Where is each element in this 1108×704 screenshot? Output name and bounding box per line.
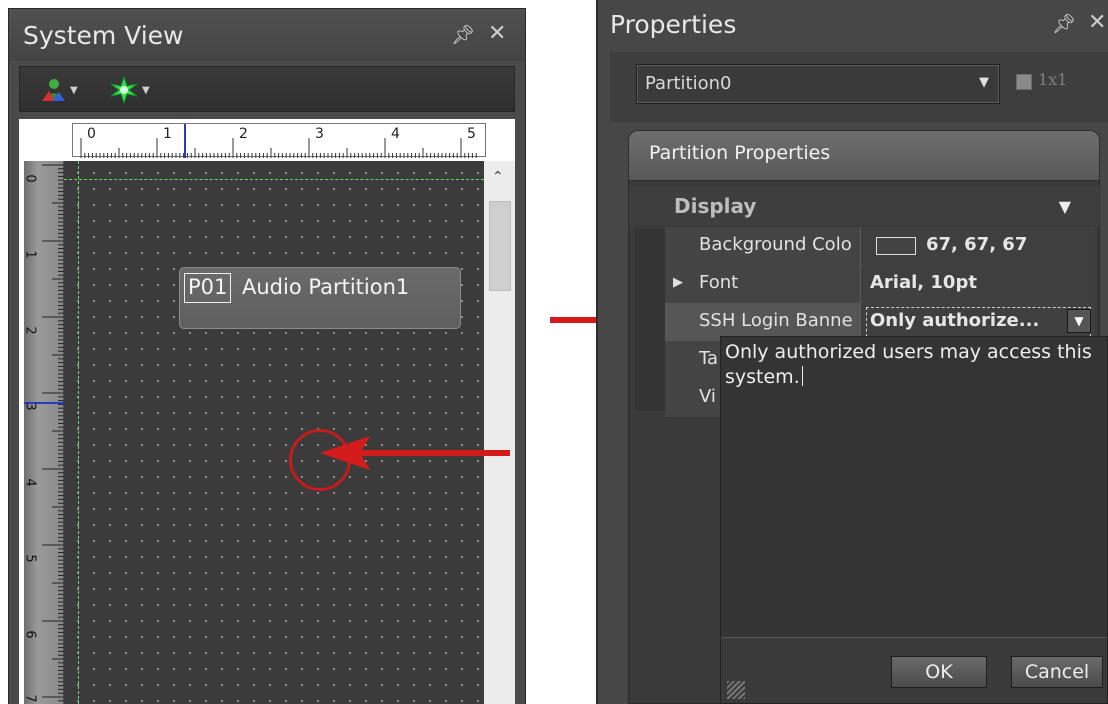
guide-line-vertical bbox=[78, 161, 79, 704]
ruler-label: 2 bbox=[239, 126, 248, 142]
banner-text: Only authorized users may access this sy… bbox=[725, 341, 1092, 388]
ruler-label: 3 bbox=[315, 126, 324, 142]
ok-button[interactable]: OK bbox=[891, 656, 987, 688]
scroll-thumb[interactable] bbox=[489, 201, 511, 291]
partition-block[interactable]: P01 Audio Partition1 bbox=[179, 267, 461, 329]
ruler-label: 4 bbox=[391, 126, 400, 142]
ruler-label: 7 bbox=[22, 694, 38, 703]
partition-id: P01 bbox=[184, 273, 232, 303]
popup-footer: OK Cancel bbox=[721, 637, 1107, 703]
properties-title: Properties bbox=[610, 10, 737, 39]
expand-triangle-icon[interactable]: ▶ bbox=[673, 275, 683, 290]
starburst-dropdown-button[interactable]: ▼ bbox=[110, 75, 150, 105]
collapse-triangle-icon[interactable]: ▼ bbox=[1059, 197, 1071, 216]
property-name: Background Colo bbox=[699, 234, 852, 255]
properties-header: Partition0 ▼ 1x1 bbox=[610, 52, 1108, 122]
tab-partition-properties[interactable]: Partition Properties bbox=[628, 130, 1100, 180]
property-margin bbox=[635, 229, 665, 411]
users-icon bbox=[42, 79, 65, 101]
property-row-background-color[interactable]: Background Colo 67, 67, 67 bbox=[665, 227, 1095, 265]
ruler-label: 5 bbox=[467, 126, 476, 142]
object-selector-value: Partition0 bbox=[645, 73, 732, 94]
users-dropdown-button[interactable]: ▼ bbox=[40, 75, 78, 105]
property-value: 67, 67, 67 bbox=[926, 234, 1028, 255]
annotation-arrow-left bbox=[320, 436, 510, 470]
ruler-vertical-ticks bbox=[24, 164, 64, 702]
ruler-horizontal: 0 1 2 3 4 5 bbox=[72, 123, 486, 158]
ruler-label: 2 bbox=[22, 326, 38, 335]
system-view-title: System View bbox=[23, 21, 184, 50]
system-view-titlebar: System View 📌︎ ✕ bbox=[9, 9, 525, 61]
pin-icon[interactable]: 📌︎ bbox=[451, 23, 475, 46]
text-caret bbox=[801, 366, 804, 386]
property-value: Only authorize... bbox=[870, 310, 1040, 331]
star-burst-icon bbox=[110, 76, 138, 104]
option-checkbox-label: 1x1 bbox=[1038, 70, 1068, 89]
system-view-toolbar: ▼ ▼ bbox=[19, 66, 515, 112]
pin-icon[interactable]: 📌︎ bbox=[1052, 12, 1076, 35]
banner-textarea[interactable]: Only authorized users may access this sy… bbox=[725, 340, 1095, 390]
category-label: Display bbox=[674, 194, 757, 218]
property-value: Arial, 10pt bbox=[870, 272, 977, 293]
ruler-label: 5 bbox=[22, 554, 38, 563]
ruler-corner bbox=[19, 119, 62, 161]
ruler-vertical: 0 1 2 3 4 5 6 7 bbox=[22, 161, 64, 704]
ruler-label: 1 bbox=[22, 250, 38, 259]
property-name: SSH Login Banne bbox=[699, 310, 853, 331]
close-icon[interactable]: ✕ bbox=[1088, 10, 1106, 35]
option-checkbox[interactable] bbox=[1016, 74, 1032, 90]
chevron-down-icon: ▼ bbox=[142, 84, 150, 96]
category-display[interactable]: Display ▼ bbox=[629, 185, 1101, 225]
guide-line-horizontal bbox=[64, 179, 484, 180]
resize-grip-icon[interactable] bbox=[727, 681, 745, 699]
chevron-down-icon: ▼ bbox=[979, 75, 989, 90]
dropdown-arrow-icon[interactable]: ▼ bbox=[1067, 309, 1091, 333]
property-name: Font bbox=[699, 272, 739, 293]
scroll-up-icon[interactable]: ⌃ bbox=[492, 169, 504, 185]
chevron-down-icon: ▼ bbox=[70, 84, 78, 96]
tab-label: Partition Properties bbox=[649, 142, 831, 164]
ruler-label: 0 bbox=[87, 126, 96, 142]
banner-text-editor-popup: Only authorized users may access this sy… bbox=[720, 336, 1108, 704]
system-view-panel: System View 📌︎ ✕ ▼ ▼ 0 1 2 3 4 5 0 1 2 3… bbox=[8, 8, 526, 704]
ruler-label: 0 bbox=[22, 174, 38, 183]
close-icon[interactable]: ✕ bbox=[488, 21, 506, 46]
ruler-label: 1 bbox=[163, 126, 172, 142]
ruler-horizontal-ticks bbox=[80, 124, 477, 158]
partition-name: Audio Partition1 bbox=[242, 275, 410, 299]
property-row-font[interactable]: ▶ Font Arial, 10pt bbox=[665, 265, 1095, 303]
ruler-label: 3 bbox=[22, 402, 38, 411]
ruler-label: 4 bbox=[22, 478, 38, 487]
ruler-label: 6 bbox=[22, 630, 38, 639]
cancel-button[interactable]: Cancel bbox=[1011, 656, 1103, 688]
object-selector[interactable]: Partition0 ▼ bbox=[636, 64, 1000, 104]
color-swatch[interactable] bbox=[876, 237, 916, 255]
system-view-canvas-area: 0 1 2 3 4 5 0 1 2 3 4 5 6 7 P01 Audio Pa… bbox=[19, 119, 515, 704]
